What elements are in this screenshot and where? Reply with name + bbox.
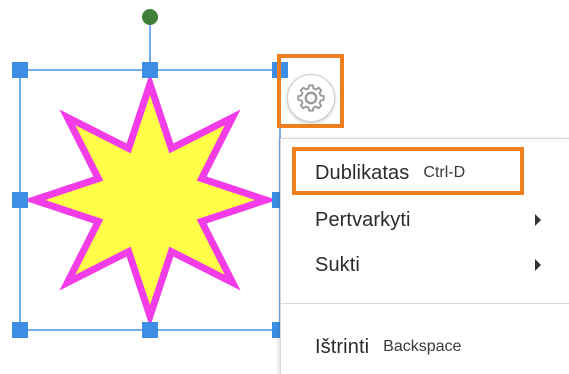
menu-item-delete[interactable]: Ištrinti Backspace xyxy=(315,327,555,367)
resize-handle-top-left[interactable] xyxy=(12,62,28,78)
resize-handle-bottom-center[interactable] xyxy=(142,322,158,338)
menu-separator xyxy=(281,303,569,304)
submenu-arrow-icon xyxy=(535,259,541,271)
shape-settings-button[interactable] xyxy=(287,74,335,122)
resize-handle-middle-left[interactable] xyxy=(12,192,28,208)
menu-item-arrange[interactable]: Pertvarkyti xyxy=(315,200,541,240)
gear-icon xyxy=(297,84,325,112)
duplicate-item-highlight xyxy=(292,147,524,195)
submenu-arrow-icon xyxy=(535,214,541,226)
menu-item-arrange-label: Pertvarkyti xyxy=(315,208,411,231)
menu-item-delete-label: Ištrinti xyxy=(315,335,370,358)
resize-handle-bottom-left[interactable] xyxy=(12,322,28,338)
resize-handle-top-center[interactable] xyxy=(142,62,158,78)
star-shape[interactable] xyxy=(22,72,278,328)
rotate-handle[interactable] xyxy=(142,9,158,25)
menu-item-delete-shortcut: Backspace xyxy=(383,338,462,355)
menu-item-rotate-label: Sukti xyxy=(315,253,360,276)
menu-item-rotate[interactable]: Sukti xyxy=(315,245,541,285)
